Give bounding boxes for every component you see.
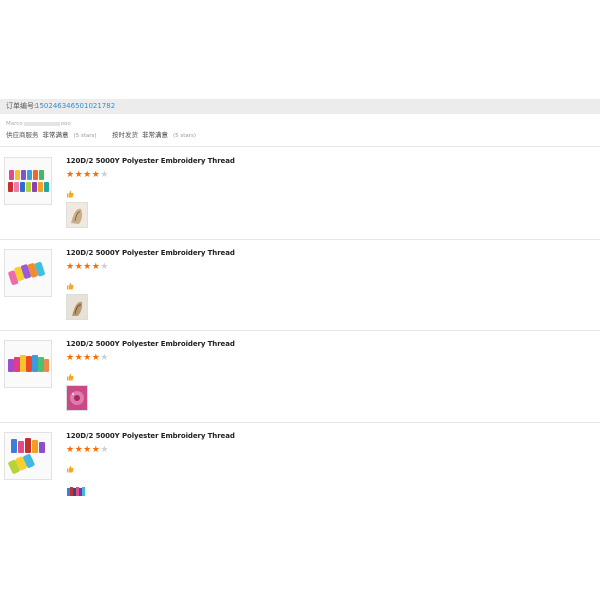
review-photo[interactable]: [66, 385, 88, 411]
star-empty-icon: ★: [100, 170, 109, 180]
star-empty-icon: ★: [100, 353, 109, 363]
star-icon: ★: [83, 353, 92, 363]
thread-spools-image[interactable]: [4, 157, 52, 205]
product-title[interactable]: 120D/2 5000Y Polyester Embroidery Thread: [66, 157, 235, 165]
product-rating-stars: ★★★★★: [66, 262, 109, 272]
star-icon: ★: [83, 445, 92, 455]
thumbs-up-icon: [66, 458, 74, 473]
order-number-link[interactable]: 150246346501021782: [35, 99, 115, 114]
buyer-name-prefix: Marco: [6, 121, 23, 127]
buyer-name-mask: [23, 121, 60, 126]
thread-spools-image[interactable]: [4, 249, 52, 297]
buyer-name: Marco ooo: [6, 120, 71, 128]
product-title[interactable]: 120D/2 5000Y Polyester Embroidery Thread: [66, 340, 235, 348]
product-title[interactable]: 120D/2 5000Y Polyester Embroidery Thread: [66, 249, 235, 257]
thumbs-up-icon: [66, 183, 74, 198]
rating-label: 按时发货: [112, 131, 138, 139]
supplier-service-rating: 供应商服务 非常满意 (5 stars): [6, 131, 97, 141]
thread-spools-image[interactable]: [4, 432, 52, 480]
ontime-delivery-rating: 按时发货 非常满意 (5 stars): [112, 131, 196, 141]
product-review-item: 120D/2 5000Y Polyester Embroidery Thread…: [0, 330, 600, 422]
star-icon: ★: [66, 170, 75, 180]
order-number-bar: 订单编号: 150246346501021782: [0, 99, 600, 114]
star-icon: ★: [66, 353, 75, 363]
product-review-item: 120D/2 5000Y Polyester Embroidery Thread…: [0, 239, 600, 331]
star-icon: ★: [74, 262, 84, 272]
product-rating-stars: ★★★★★: [66, 445, 109, 455]
star-icon: ★: [83, 262, 92, 272]
rating-value: 非常满意: [142, 131, 168, 139]
review-photo[interactable]: [66, 480, 88, 496]
star-empty-icon: ★: [100, 445, 109, 455]
thread-spools-image[interactable]: [4, 340, 52, 388]
star-icon: ★: [74, 353, 84, 363]
product-rating-stars: ★★★★★: [66, 353, 109, 363]
star-icon: ★: [66, 445, 75, 455]
review-photo[interactable]: [66, 202, 88, 228]
rating-label: 供应商服务: [6, 131, 39, 139]
rating-stars-text: (5 stars): [173, 133, 197, 139]
star-empty-icon: ★: [100, 262, 109, 272]
rating-value: 非常满意: [42, 131, 69, 139]
review-photo[interactable]: [66, 294, 88, 320]
star-icon: ★: [74, 170, 84, 180]
rating-stars-text: (5 stars): [73, 133, 97, 139]
buyer-name-suffix: ooo: [60, 121, 71, 127]
product-review-item: 120D/2 5000Y Polyester Embroidery Thread…: [0, 422, 600, 514]
product-title[interactable]: 120D/2 5000Y Polyester Embroidery Thread: [66, 432, 235, 440]
star-icon: ★: [74, 445, 84, 455]
product-review-item: 120D/2 5000Y Polyester Embroidery Thread…: [0, 147, 600, 239]
star-icon: ★: [66, 262, 75, 272]
order-number-label: 订单编号:: [6, 102, 37, 110]
thumbs-up-icon: [66, 366, 74, 381]
star-icon: ★: [83, 170, 92, 180]
thumbs-up-icon: [66, 275, 74, 290]
product-rating-stars: ★★★★★: [66, 170, 109, 180]
